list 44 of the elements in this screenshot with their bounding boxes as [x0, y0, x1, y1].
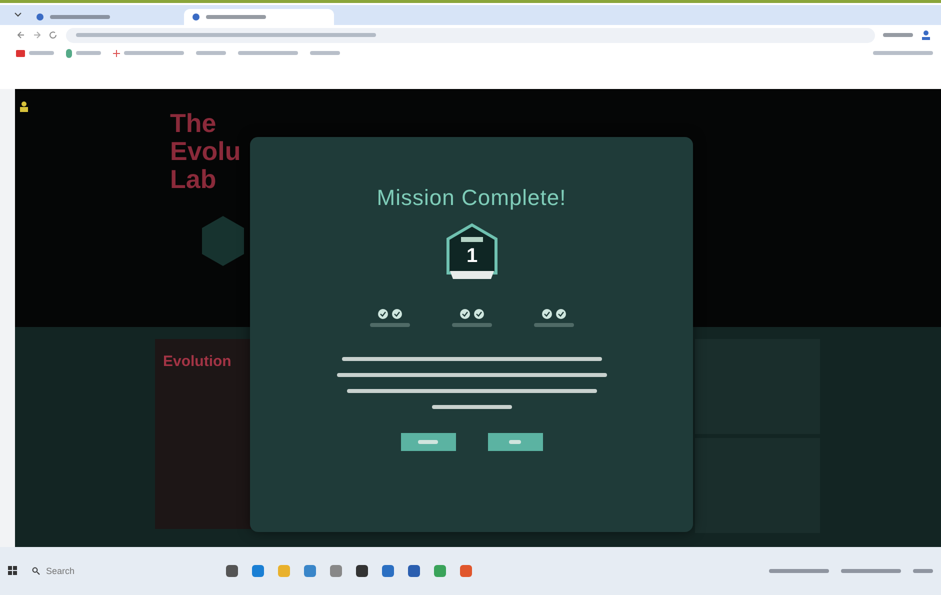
blurred-text: [124, 51, 184, 55]
dialog-title: Mission Complete!: [376, 185, 566, 211]
hero-title: Evolu: [170, 137, 242, 165]
taskbar-app-icon[interactable]: [408, 565, 420, 577]
blurred-text: [370, 323, 410, 327]
profile-icon[interactable]: [921, 29, 931, 41]
forward-icon[interactable]: [32, 30, 42, 40]
browser-tab[interactable]: [184, 9, 334, 25]
blurred-text: [769, 569, 829, 573]
start-icon[interactable]: [8, 566, 18, 576]
blurred-text: [418, 440, 438, 444]
tab-list-icon[interactable]: [14, 12, 22, 18]
dialog-button[interactable]: [400, 433, 456, 451]
blurred-text: [841, 569, 901, 573]
reload-icon[interactable]: [48, 30, 58, 40]
video-icon[interactable]: [16, 50, 25, 56]
blurred-text: [238, 51, 298, 55]
plus-icon[interactable]: [113, 50, 120, 56]
hero-title: The: [170, 109, 218, 137]
blurred-text: [509, 440, 521, 444]
back-icon[interactable]: [16, 30, 26, 40]
blurred-text: [206, 15, 266, 19]
taskbar-app-icon[interactable]: [226, 565, 238, 577]
blurred-text: [50, 15, 110, 19]
blurred-text: [29, 51, 54, 55]
blurred-text: [452, 323, 492, 327]
blurred-text: [76, 51, 101, 55]
taskbar-app-icon[interactable]: [356, 565, 368, 577]
hero-title: Lab: [170, 165, 218, 193]
site-icon: [192, 13, 200, 21]
search-field[interactable]: Search: [44, 565, 138, 577]
blurred-text: [196, 51, 226, 55]
person-icon[interactable]: [19, 99, 29, 113]
section-title: Evolution: [163, 353, 232, 370]
blurred-text: [913, 569, 933, 573]
search-icon: [32, 567, 40, 575]
blurred-text: [873, 51, 933, 55]
site-icon: [36, 13, 44, 21]
blurred-text: [310, 51, 340, 55]
dialog-button[interactable]: [488, 433, 542, 451]
blurred-text: [883, 33, 913, 37]
hexagon-logo: [200, 215, 246, 267]
address-field[interactable]: [66, 28, 875, 42]
blurred-text: [534, 323, 574, 327]
